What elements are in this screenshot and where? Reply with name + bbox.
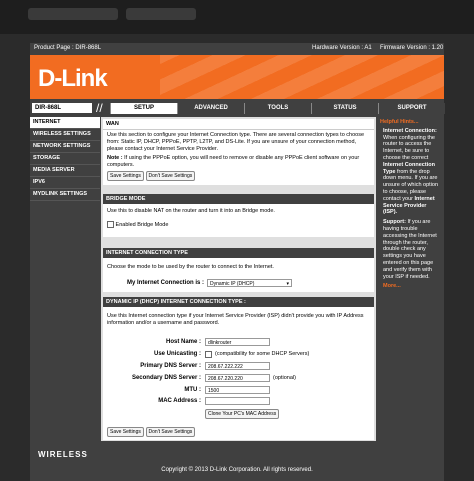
- browser-tab[interactable]: [28, 8, 118, 20]
- dont-save-settings-button-bottom[interactable]: Don't Save Settings: [145, 427, 196, 437]
- tab-advanced[interactable]: ADVANCED: [177, 103, 244, 114]
- connection-type-description: Choose the mode to be used by the router…: [107, 264, 274, 270]
- host-name-input[interactable]: dlinkrouter: [205, 338, 270, 346]
- browser-tab[interactable]: [126, 8, 196, 20]
- product-bar: Product Page : DIR-868L Hardware Version…: [30, 43, 444, 55]
- wan-title: WAN: [103, 119, 374, 130]
- help-title: Helpful Hints...: [380, 119, 419, 125]
- model-label: DIR-868L: [32, 103, 92, 113]
- connection-type-value: Dynamic IP (DHCP): [210, 281, 255, 287]
- sidebar: INTERNET WIRELESS SETTINGS NETWORK SETTI…: [30, 117, 100, 437]
- use-unicasting-label: Use Unicasting :: [153, 351, 201, 357]
- dhcp-title: DYNAMIC IP (DHCP) INTERNET CONNECTION TY…: [103, 297, 374, 307]
- primary-dns-input[interactable]: 208.67.222.222: [205, 362, 270, 370]
- mac-address-label: MAC Address :: [158, 398, 201, 404]
- help-text: If you are having trouble accessing the …: [383, 219, 437, 280]
- dhcp-section: DYNAMIC IP (DHCP) INTERNET CONNECTION TY…: [103, 297, 374, 440]
- unicasting-note: (compatibility for some DHCP Servers): [215, 351, 310, 357]
- browser-chrome: [0, 0, 474, 34]
- connection-type-label: My Internet Connection is :: [126, 280, 204, 286]
- help-panel: Helpful Hints... Internet Connection: Wh…: [377, 117, 444, 441]
- tab-status[interactable]: STATUS: [311, 103, 378, 114]
- wan-section: WAN Use this section to configure your I…: [103, 119, 374, 185]
- note-text: If using the PPPoE option, you will need…: [107, 155, 360, 168]
- separator-icon: //: [96, 101, 103, 115]
- help-more-link[interactable]: More...: [377, 283, 444, 290]
- sidebar-item-mydlink-settings[interactable]: MYDLINK SETTINGS: [30, 189, 100, 201]
- save-settings-button-bottom[interactable]: Save Settings: [107, 427, 144, 437]
- help-text: When configuring the router to access th…: [383, 134, 435, 161]
- connection-type-select[interactable]: Dynamic IP (DHCP) ▾: [207, 279, 292, 287]
- secondary-dns-label: Secondary DNS Server :: [131, 375, 201, 381]
- tab-tools[interactable]: TOOLS: [244, 103, 311, 114]
- main-content: WAN Use this section to configure your I…: [101, 117, 376, 441]
- bridge-checkbox-row: Enabled Bridge Mode: [103, 217, 374, 231]
- help-internet: Internet Connection: When configuring th…: [377, 128, 444, 216]
- sidebar-item-network-settings[interactable]: NETWORK SETTINGS: [30, 141, 100, 153]
- secondary-dns-input[interactable]: 208.67.220.220: [205, 374, 270, 382]
- connection-type-title: INTERNET CONNECTION TYPE: [103, 248, 374, 258]
- chevron-down-icon: ▾: [286, 281, 289, 287]
- use-unicasting-checkbox[interactable]: [205, 351, 212, 358]
- product-page-label: Product Page : DIR-868L: [34, 45, 102, 51]
- help-support-title: Support:: [383, 219, 406, 226]
- clone-mac-button[interactable]: Clone Your PC's MAC Address: [205, 409, 280, 419]
- sidebar-item-ipv6[interactable]: IPV6: [30, 177, 100, 189]
- note-label: Note :: [107, 155, 123, 161]
- dont-save-settings-button[interactable]: Don't Save Settings: [145, 171, 196, 181]
- tab-setup[interactable]: SETUP: [110, 103, 177, 114]
- hardware-version: Hardware Version : A1: [312, 45, 372, 51]
- banner: D-Link: [30, 55, 444, 99]
- bridge-description: Use this to disable NAT on the router an…: [107, 208, 275, 214]
- sidebar-item-internet[interactable]: INTERNET: [30, 117, 100, 129]
- dhcp-description: Use this Internet connection type if you…: [107, 313, 364, 326]
- copyright: Copyright © 2013 D-Link Corporation. All…: [161, 467, 313, 473]
- mtu-input[interactable]: 1500: [205, 386, 270, 394]
- bridge-mode-checkbox[interactable]: [107, 221, 114, 228]
- top-nav: DIR-868L // SETUP ADVANCED TOOLS STATUS …: [30, 101, 445, 115]
- sidebar-item-storage[interactable]: STORAGE: [30, 153, 100, 165]
- optional-note: (optional): [273, 375, 296, 381]
- mtu-label: MTU :: [184, 387, 201, 393]
- save-settings-button[interactable]: Save Settings: [107, 171, 144, 181]
- wan-description: Use this section to configure your Inter…: [107, 132, 365, 152]
- firmware-version: Firmware Version : 1.20: [380, 45, 444, 51]
- connection-type-section: INTERNET CONNECTION TYPE Choose the mode…: [103, 248, 374, 292]
- help-support: Support: If you are having trouble acces…: [377, 219, 444, 280]
- dlink-logo: D-Link: [38, 65, 108, 92]
- tab-support[interactable]: SUPPORT: [378, 103, 445, 114]
- mac-address-input[interactable]: [205, 397, 270, 405]
- sidebar-item-media-server[interactable]: MEDIA SERVER: [30, 165, 100, 177]
- wireless-label: WIRELESS: [38, 450, 88, 459]
- dhcp-buttons: Save Settings Don't Save Settings: [107, 427, 196, 437]
- host-name-label: Host Name :: [165, 339, 201, 345]
- banner-stripes: [160, 55, 444, 99]
- sidebar-item-wireless-settings[interactable]: WIRELESS SETTINGS: [30, 129, 100, 141]
- bridge-section: BRIDGE MODE Use this to disable NAT on t…: [103, 194, 374, 237]
- wan-buttons: Save Settings Don't Save Settings: [103, 171, 374, 181]
- primary-dns-label: Primary DNS Server :: [140, 363, 201, 369]
- wan-note: Note : If using the PPPoE option, you wi…: [103, 155, 374, 171]
- bridge-checkbox-label: Enabled Bridge Mode: [115, 221, 169, 228]
- bridge-title: BRIDGE MODE: [103, 194, 374, 204]
- footer-bar: WIRELESS: [30, 444, 444, 464]
- help-internet-title: Internet Connection:: [383, 127, 437, 134]
